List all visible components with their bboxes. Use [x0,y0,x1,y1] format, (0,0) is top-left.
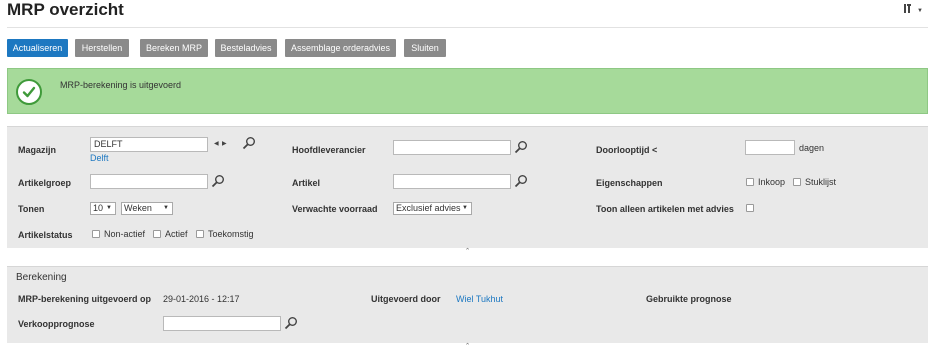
actief-label: Actief [165,229,188,239]
chevron-down-icon: ▼ [163,205,169,211]
chevron-up-icon: ⌃ [464,343,471,350]
herstellen-button[interactable]: Herstellen [75,39,129,57]
wrench-menu-icon[interactable]: ▼ [903,3,923,18]
berekening-panel: Berekening MRP-berekening uitgevoerd op … [7,266,928,350]
artikelgroep-label: Artikelgroep [18,178,72,188]
sluiten-button[interactable]: Sluiten [404,39,446,57]
artikel-search-icon[interactable] [514,174,528,188]
magazijn-search-icon[interactable] [242,136,256,150]
toekomstig-label: Toekomstig [208,229,254,239]
magazijn-input[interactable]: DELFT [90,137,208,152]
artikelgroep-search-icon[interactable] [211,174,225,188]
verwachte-voorraad-select[interactable]: Exclusief advies ▼ [393,202,472,215]
doorlooptijd-label: Doorlooptijd < [596,145,658,155]
stuklijst-label: Stuklijst [805,177,837,187]
assemblage-orderadvies-button[interactable]: Assemblage orderadvies [285,39,396,57]
chevron-down-icon: ▼ [106,205,112,211]
tonen-count-value: 10 [93,203,104,213]
tonen-label: Tonen [18,204,45,214]
actief-checkbox[interactable] [153,230,161,238]
uitgevoerd-op-label: MRP-berekening uitgevoerd op [18,294,152,304]
stuklijst-checkbox[interactable] [793,178,801,186]
dagen-unit: dagen [799,143,825,153]
toon-alleen-label: Toon alleen artikelen met advies [596,204,734,214]
besteladvies-button[interactable]: Besteladvies [215,39,277,57]
chevron-up-icon: ⌃ [464,248,471,255]
inkoop-checkbox[interactable] [746,178,754,186]
uitgevoerd-door-link[interactable]: Wiel Tukhut [456,294,503,304]
prev-next-arrows[interactable]: ◀ ▶ [214,140,227,147]
hoofdleverancier-search-icon[interactable] [514,140,528,154]
verkoopprognose-label: Verkoopprognose [18,319,95,329]
filter-panel: Magazijn DELFT Delft ◀ ▶ Hoofdleverancie… [7,126,928,255]
eigenschappen-label: Eigenschappen [596,178,663,188]
collapse-filter-toggle[interactable]: ⌃ [7,248,928,255]
tonen-count-select[interactable]: 10 ▼ [90,202,116,215]
non-actief-checkbox[interactable] [92,230,100,238]
actualiseren-button[interactable]: Actualiseren [7,39,68,57]
non-actief-label: Non-actief [104,229,146,239]
uitgevoerd-door-label: Uitgevoerd door [371,294,441,304]
tools-icon [904,4,911,13]
tonen-period-value: Weken [124,203,152,213]
page-title: MRP overzicht [7,0,124,19]
collapse-berekening-toggle[interactable]: ⌃ [7,343,928,350]
verwachte-voorraad-label: Verwachte voorraad [292,204,378,214]
chevron-down-icon: ▼ [462,205,468,211]
tonen-period-select[interactable]: Weken ▼ [121,202,173,215]
toekomstig-checkbox[interactable] [196,230,204,238]
hoofdleverancier-label: Hoofdleverancier [292,145,366,155]
verkoopprognose-search-icon[interactable] [284,316,298,330]
check-circle-icon [16,79,42,105]
verkoopprognose-input[interactable] [163,316,281,331]
header-divider [7,27,928,28]
artikel-label: Artikel [292,178,321,188]
gebruikte-prognose-label: Gebruikte prognose [646,294,732,304]
artikelgroep-input[interactable] [90,174,208,189]
artikel-input[interactable] [393,174,511,189]
uitgevoerd-op-value: 29-01-2016 - 12:17 [163,294,240,304]
verwachte-voorraad-value: Exclusief advies [396,203,461,213]
toon-alleen-checkbox[interactable] [746,204,754,212]
magazijn-link[interactable]: Delft [90,153,109,163]
bereken-mrp-button[interactable]: Bereken MRP [140,39,208,57]
inkoop-label: Inkoop [758,177,786,187]
hoofdleverancier-input[interactable] [393,140,511,155]
doorlooptijd-input[interactable] [745,140,795,155]
success-alert: MRP-berekening is uitgevoerd [7,68,928,114]
alert-message: MRP-berekening is uitgevoerd [60,80,182,90]
magazijn-label: Magazijn [18,145,57,155]
chevron-down-icon: ▼ [917,7,923,14]
berekening-title: Berekening [16,272,67,283]
artikelstatus-label: Artikelstatus [18,230,73,240]
